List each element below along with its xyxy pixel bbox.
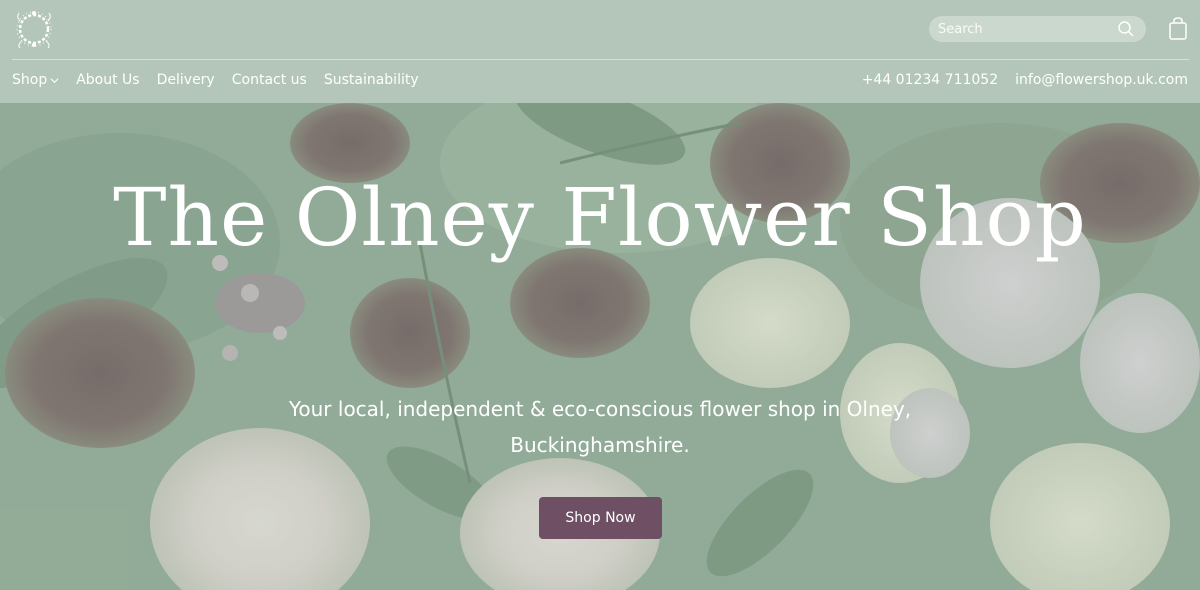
shop-now-button[interactable]: Shop Now [539, 497, 662, 539]
shopping-bag-icon[interactable] [1167, 17, 1189, 41]
nav-item-contact-us[interactable]: Contact us [232, 72, 307, 88]
nav-item-label: Sustainability [323, 72, 419, 88]
phone-link[interactable]: +44 01234 711052 [862, 72, 998, 88]
search-icon[interactable] [1117, 20, 1135, 38]
search-input[interactable] [938, 16, 1108, 42]
hero-section: The Olney Flower Shop Your local, indepe… [0, 103, 1200, 590]
hero-subtitle: Your local, independent & eco-conscious … [288, 397, 912, 457]
email-link[interactable]: info@flowershop.uk.com [1015, 72, 1188, 88]
search-box[interactable] [929, 16, 1146, 42]
nav-item-about-us[interactable]: About Us [76, 72, 139, 88]
top-bar [0, 0, 1200, 59]
nav-item-label: Delivery [156, 72, 215, 88]
nav-item-delivery[interactable]: Delivery [157, 72, 215, 88]
nav-links: Shop About Us Delivery Contact us Sustai… [12, 72, 436, 88]
contact-info: +44 01234 711052 info@flowershop.uk.com [845, 72, 1188, 88]
site-header: Shop About Us Delivery Contact us Sustai… [0, 0, 1200, 103]
nav-item-label: About Us [76, 72, 140, 88]
nav-item-sustainability[interactable]: Sustainability [324, 72, 419, 88]
nav-item-shop[interactable]: Shop [12, 72, 59, 88]
main-nav: Shop About Us Delivery Contact us Sustai… [0, 60, 1200, 103]
nav-item-label: Contact us [231, 72, 307, 88]
page-title: The Olney Flower Shop [113, 171, 1087, 264]
chevron-down-icon [50, 77, 59, 83]
nav-item-label: Shop [12, 72, 48, 88]
wreath-logo[interactable] [12, 7, 56, 51]
